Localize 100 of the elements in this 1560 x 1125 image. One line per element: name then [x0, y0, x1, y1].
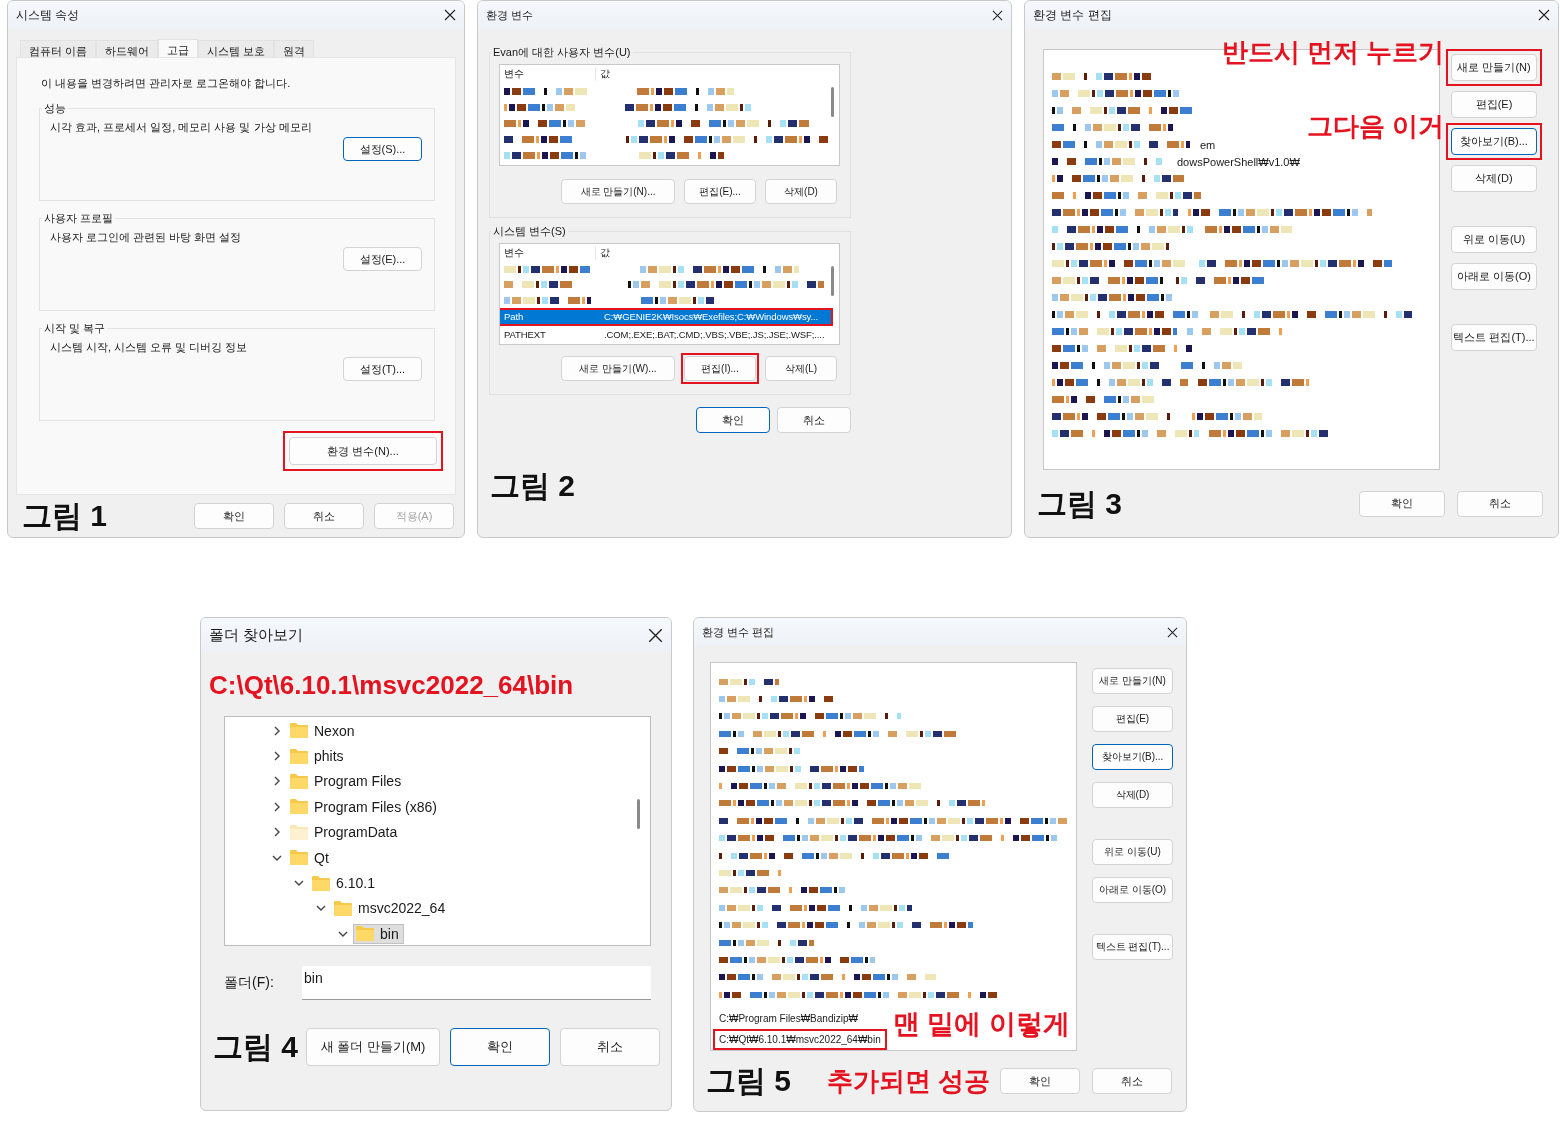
- column-header[interactable]: 변수: [500, 67, 596, 81]
- table-row[interactable]: PATHEXT .COM;.EXE;.BAT;.CMD;.VBS;.VBE;.JS;.JSE;.WSF;....: [500, 328, 831, 342]
- dialog-button[interactable]: 삭제(D): [1451, 165, 1537, 192]
- tab[interactable]: 하드웨어: [96, 40, 159, 58]
- path-entry[interactable]: em: [1200, 138, 1216, 151]
- tab[interactable]: 컴퓨터 이름: [20, 40, 97, 58]
- group-title: Evan에 대한 사용자 변수(U): [492, 45, 632, 60]
- variable-value: C:₩GENIE2K₩Isocs₩Exefiles;C:₩Windows₩sy...: [603, 311, 819, 323]
- variable-name: Path: [503, 311, 525, 323]
- dialog-button[interactable]: 새로 만들기(N): [1451, 54, 1537, 81]
- annotation-text: 추가되면 성공: [826, 1068, 990, 1094]
- figure-label: 그림 1: [22, 501, 108, 531]
- dialog-button[interactable]: 삭제(L): [765, 356, 837, 381]
- dialog-button[interactable]: 취소: [560, 1028, 661, 1066]
- tree-item[interactable]: 6.10.1: [309, 873, 380, 894]
- tree-item[interactable]: Qt: [287, 847, 334, 868]
- annotation-text: 맨 밑에 이렇게: [893, 1011, 1070, 1038]
- dialog-button[interactable]: 찾아보기(B)...: [1092, 744, 1173, 770]
- dialog-button[interactable]: 아래로 이동(O): [1092, 877, 1173, 903]
- path-entry[interactable]: C:₩Qt₩6.10.1₩msvc2022_64₩bin: [719, 1034, 881, 1045]
- column-header[interactable]: 변수: [500, 246, 596, 260]
- tree-item[interactable]: ProgramData: [287, 822, 403, 843]
- annotation-text: 그다음 이거: [1306, 113, 1444, 139]
- figure-label: 그림 2: [490, 471, 576, 501]
- annotation-text: C:\Qt\6.10.1\msvc2022_64\bin: [209, 672, 575, 698]
- folder-field[interactable]: bin: [302, 966, 651, 1000]
- window-title: 폴더 찾아보기: [209, 625, 304, 645]
- path-entry[interactable]: dowsPowerShell₩v1.0₩: [1177, 155, 1300, 168]
- window-title: 환경 변수 편집: [1033, 6, 1112, 24]
- dialog-button[interactable]: 새로 만들기(N): [1092, 668, 1173, 694]
- dialog-button[interactable]: 확인: [1000, 1068, 1080, 1094]
- tree-item[interactable]: bin: [353, 923, 404, 944]
- group-title: 시스템 변수(S): [492, 224, 567, 239]
- annotation-text: 반드시 먼저 누르기: [1221, 39, 1444, 65]
- dialog-button[interactable]: 편집(E): [1451, 91, 1537, 118]
- dialog-button[interactable]: 새로 만들기(N)...: [561, 179, 675, 204]
- dialog-button[interactable]: 확인: [696, 407, 770, 433]
- close-icon[interactable]: [1538, 9, 1550, 21]
- close-icon[interactable]: [648, 627, 663, 643]
- group-title: 사용자 프로필: [43, 211, 115, 226]
- tree-item[interactable]: msvc2022_64: [331, 898, 451, 919]
- variable-name: PATHEXT: [503, 329, 547, 341]
- variable-value: .COM;.EXE;.BAT;.CMD;.VBS;.VBE;.JS;.JSE;.WSF;....: [603, 329, 825, 341]
- close-icon[interactable]: [992, 9, 1003, 21]
- dialog-button[interactable]: 확인: [1359, 490, 1445, 517]
- group-description: 시스템 시작, 시스템 오류 및 디버깅 정보: [50, 340, 249, 355]
- figure-label: 그림 4: [213, 1032, 299, 1062]
- field-label: 폴더(F):: [224, 974, 275, 992]
- pixelated-text: [504, 103, 575, 111]
- window-title: 시스템 속성: [16, 6, 80, 24]
- settings-button[interactable]: 설정(E)...: [343, 247, 422, 271]
- pixelated-text: [1192, 413, 1262, 420]
- dialog-button[interactable]: 텍스트 편집(T)...: [1451, 324, 1537, 351]
- dialog-button[interactable]: 위로 이동(U): [1451, 226, 1537, 253]
- tab[interactable]: 원격: [274, 40, 315, 58]
- figure-label: 그림 3: [1037, 488, 1123, 519]
- dialog-button[interactable]: 편집(E): [1092, 706, 1173, 732]
- scrollbar-thumb[interactable]: [831, 87, 834, 117]
- tree-item[interactable]: Program Files: [287, 771, 407, 792]
- group-description: 시각 효과, 프로세서 일정, 메모리 사용 및 가상 메모리: [50, 120, 313, 135]
- pixelated-text: [1181, 362, 1242, 369]
- tree-item[interactable]: phits: [287, 746, 349, 767]
- dialog-button[interactable]: 편집(I)...: [684, 356, 756, 381]
- dialog-button[interactable]: 확인: [450, 1028, 551, 1066]
- dialog-button[interactable]: 취소: [777, 407, 851, 433]
- dialog-button[interactable]: 편집(E)...: [684, 179, 756, 204]
- close-icon[interactable]: [1167, 626, 1178, 638]
- close-icon[interactable]: [444, 9, 456, 21]
- scrollbar-thumb[interactable]: [831, 266, 834, 296]
- dialog-button[interactable]: 아래로 이동(O): [1451, 263, 1537, 290]
- dialog-button[interactable]: 찾아보기(B)...: [1451, 128, 1537, 155]
- dialog-button[interactable]: 삭제(D): [765, 179, 837, 204]
- dialog-button[interactable]: 취소: [284, 503, 364, 529]
- pixelated-text: [719, 678, 779, 685]
- tree-item[interactable]: Nexon: [287, 720, 360, 741]
- settings-button[interactable]: 설정(S)...: [343, 137, 422, 161]
- dialog-button[interactable]: 새 폴더 만들기(M): [306, 1028, 441, 1066]
- table-row[interactable]: Path C:₩GENIE2K₩Isocs₩Exefiles;C:₩Windows₩sy...: [500, 310, 831, 324]
- dialog-button[interactable]: 위로 이동(U): [1092, 839, 1173, 865]
- dialog-button[interactable]: 취소: [1457, 490, 1543, 517]
- dialog-button[interactable]: 취소: [1092, 1068, 1172, 1094]
- group-title: 시작 및 복구: [43, 321, 107, 336]
- column-header[interactable]: 값: [596, 246, 610, 260]
- dialog-button[interactable]: 새로 만들기(W)...: [561, 356, 675, 381]
- window-title: 환경 변수: [486, 7, 534, 23]
- settings-button[interactable]: 설정(T)...: [343, 357, 422, 381]
- notice-text: 이 내용을 변경하려면 관리자로 로그온해야 합니다.: [40, 76, 292, 91]
- window-title: 환경 변수 편집: [702, 624, 775, 640]
- scrollbar-thumb[interactable]: [637, 799, 640, 829]
- tab[interactable]: 시스템 보호: [198, 40, 275, 58]
- path-entry[interactable]: C:₩Program Files₩Bandizip₩: [719, 1013, 858, 1024]
- group-title: 성능: [43, 101, 67, 116]
- dialog-button[interactable]: 텍스트 편집(T)...: [1092, 934, 1173, 960]
- figure-label: 그림 5: [706, 1066, 792, 1096]
- group-description: 사용자 로그인에 관련된 바탕 화면 설정: [50, 230, 243, 245]
- column-header[interactable]: 값: [596, 67, 610, 81]
- dialog-button[interactable]: 확인: [194, 503, 274, 529]
- tree-item[interactable]: Program Files (x86): [287, 796, 442, 817]
- dialog-button[interactable]: 삭제(D): [1092, 782, 1173, 808]
- environment-variables-button[interactable]: 환경 변수(N)...: [289, 437, 437, 465]
